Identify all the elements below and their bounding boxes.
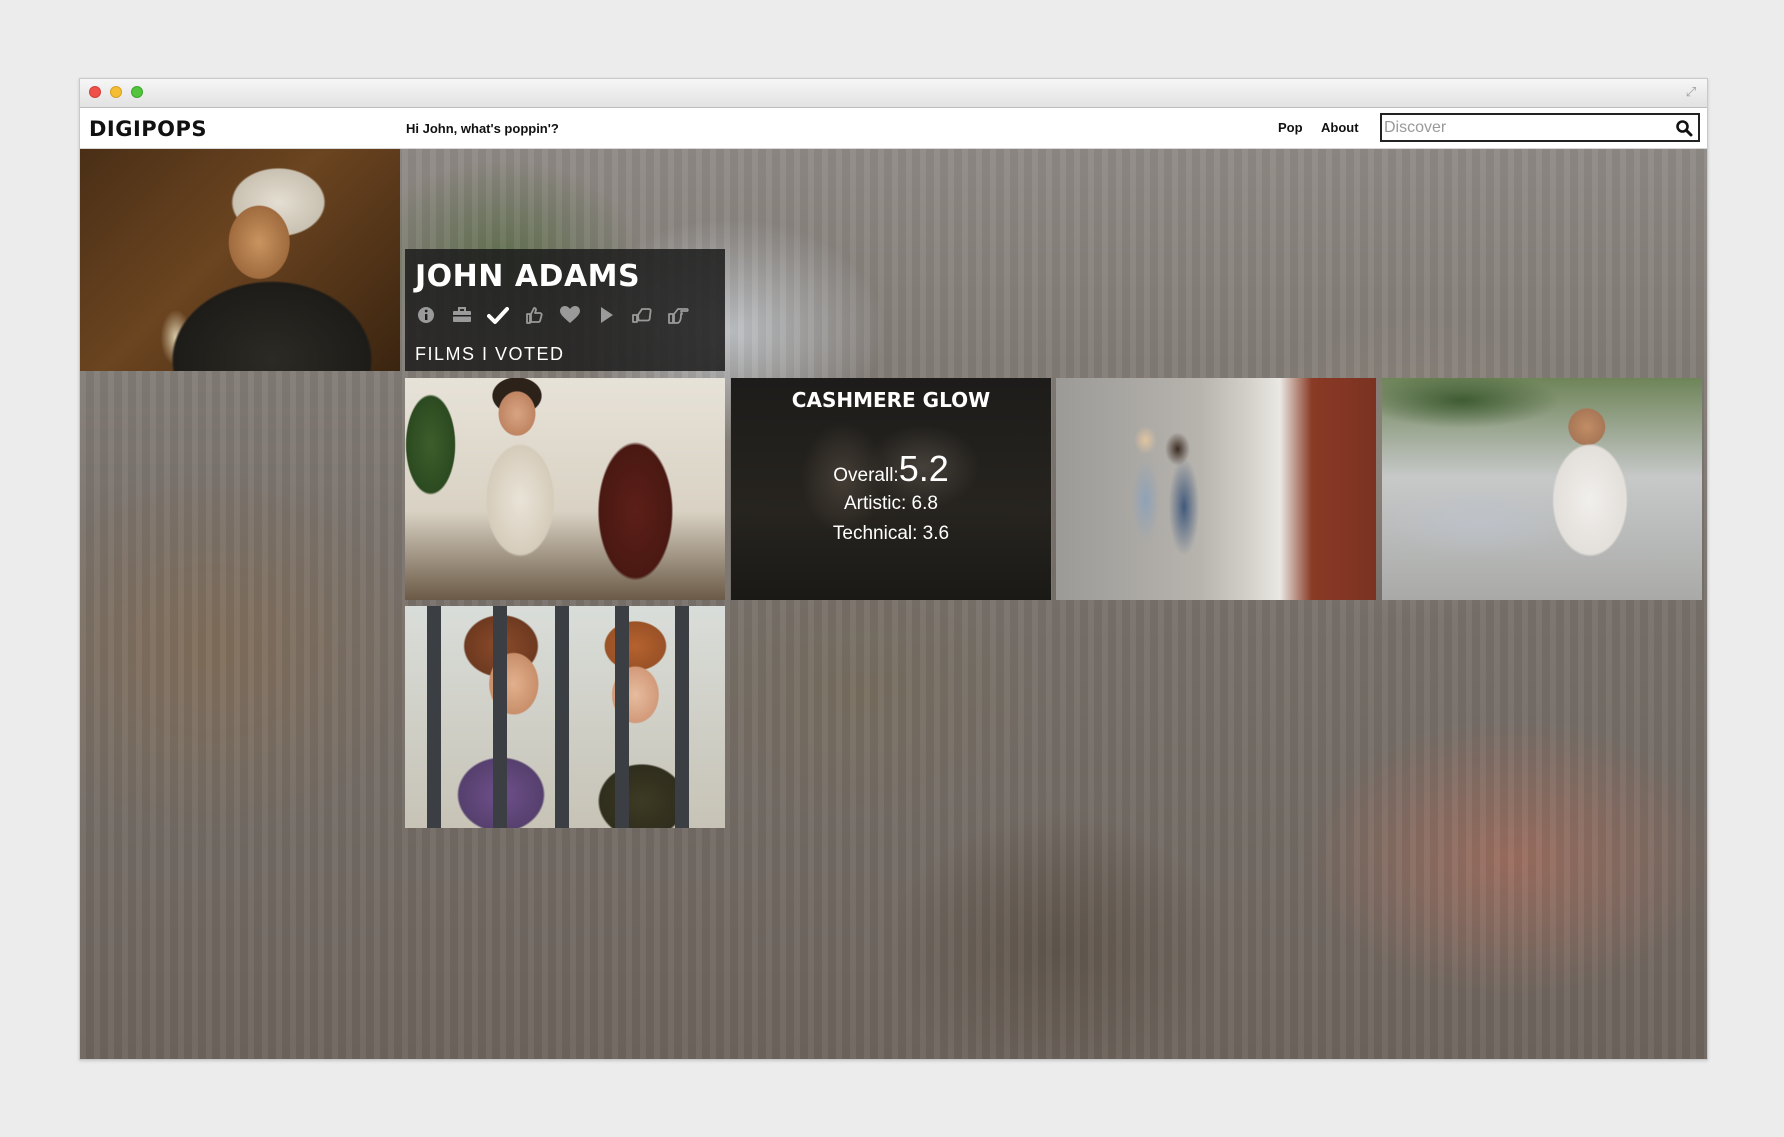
site-logo[interactable]: DIGIPOPS	[89, 117, 207, 141]
window-titlebar: ⤢	[80, 79, 1707, 108]
hand-down-icon[interactable]	[631, 305, 653, 327]
thumbs-up-icon[interactable]	[523, 305, 545, 327]
fullscreen-icon[interactable]: ⤢	[1683, 84, 1699, 100]
overall-score: Overall:5.2	[731, 448, 1051, 490]
profile-subtitle: FILMS I VOTED	[415, 344, 565, 364]
content-area: JOHN ADAMS FILMS I VOTED CASHMERE GLOW O…	[80, 149, 1707, 1059]
film-thumbnail-prison-bars[interactable]	[405, 606, 725, 828]
technical-score: Technical: 3.6	[832, 523, 950, 544]
profile-card: JOHN ADAMS FILMS I VOTED	[405, 249, 725, 371]
profile-portrait	[80, 149, 400, 371]
nav-link-about[interactable]: About	[1321, 120, 1359, 135]
info-icon[interactable]	[415, 305, 437, 327]
hand-point-icon[interactable]	[667, 305, 689, 327]
search-icon[interactable]	[1675, 119, 1693, 137]
overall-value: 5.2	[898, 448, 949, 489]
top-navbar: DIGIPOPS Hi John, what's poppin'? Pop Ab…	[80, 108, 1707, 149]
artistic-score: Artistic: 6.8	[844, 493, 938, 514]
zoom-window-button[interactable]	[131, 86, 143, 98]
checkmark-icon[interactable]	[487, 305, 509, 327]
overall-label: Overall:	[833, 465, 899, 486]
film-thumbnail-photographer[interactable]	[405, 378, 725, 600]
search-input[interactable]	[1384, 116, 1664, 139]
browser-window: ⤢ DIGIPOPS Hi John, what's poppin'? Pop …	[79, 78, 1708, 1060]
nav-link-pop[interactable]: Pop	[1278, 120, 1303, 135]
search-box	[1380, 113, 1700, 142]
briefcase-icon[interactable]	[451, 305, 473, 327]
film-title: CASHMERE GLOW	[791, 388, 991, 412]
profile-name: JOHN ADAMS	[415, 259, 641, 294]
film-rating-card[interactable]: CASHMERE GLOW Overall:5.2 Artistic: 6.8 …	[731, 378, 1051, 600]
film-thumbnail-schoolyard[interactable]	[1382, 378, 1702, 600]
minimize-window-button[interactable]	[110, 86, 122, 98]
heart-icon[interactable]	[559, 305, 581, 327]
close-window-button[interactable]	[89, 86, 101, 98]
play-icon[interactable]	[595, 305, 617, 327]
film-thumbnail-couple[interactable]	[1056, 378, 1376, 600]
greeting-text: Hi John, what's poppin'?	[406, 121, 559, 136]
profile-action-icons	[415, 305, 689, 327]
